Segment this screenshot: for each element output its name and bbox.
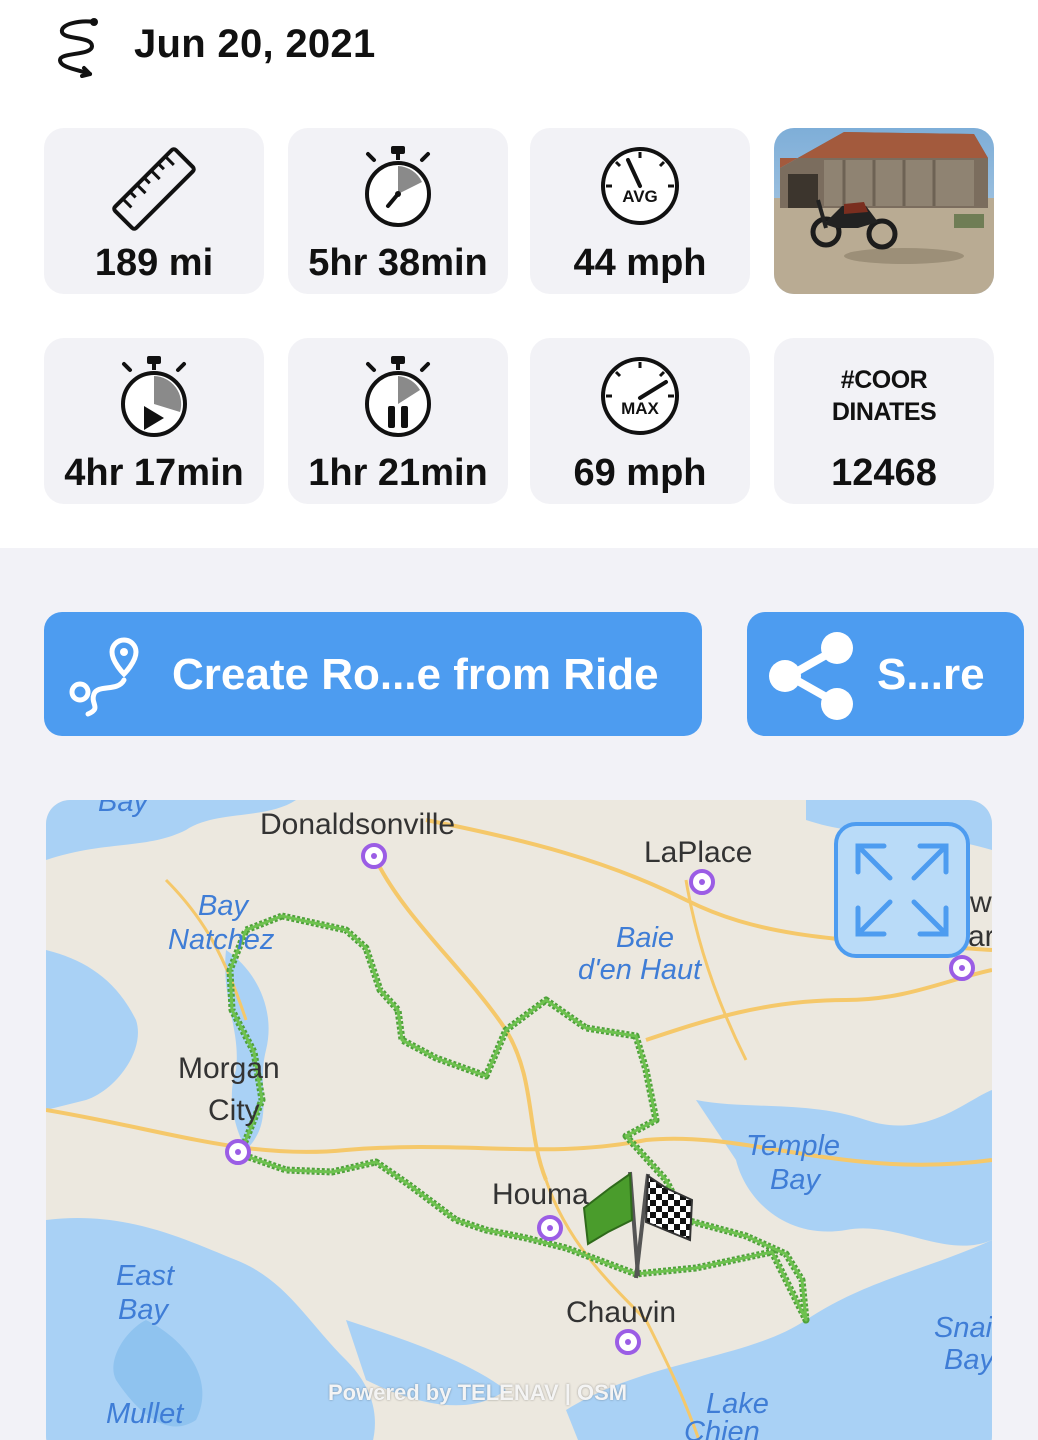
max-speedometer-icon: MAX [601,357,679,435]
total-time-value: 5hr 38min [308,242,488,284]
ride-map[interactable]: Donaldsonville LaPlace w ar Morgan City … [46,800,992,1440]
map-water-natchez: Natchez [168,924,275,956]
create-route-label: Create Ro...e from Ride [172,650,659,699]
map-expand-button[interactable] [834,822,970,958]
map-place-donaldsonville: Donaldsonville [260,808,456,841]
map-water-east-bay: Bay [118,1294,168,1326]
coordinates-label-line2: DINATES [831,398,937,426]
motorcycle-photo [774,128,994,294]
stopwatch-play-icon [121,356,187,437]
coordinates-label-line1: #COOR [840,366,928,394]
map-place-partial-1: w [970,886,992,919]
coordinates-label: #COOR DINATES [774,364,994,428]
distance-tile[interactable]: 189 mi [44,128,264,294]
coordinates-tile[interactable]: #COOR DINATES 12468 [774,338,994,504]
map-water-lake-chien: Chien [684,1416,760,1440]
avg-speedometer-icon: AVG [601,147,679,225]
map-water-east: East [116,1260,175,1292]
map-water-top: Bay [98,800,148,818]
stopwatch-pause-icon [365,356,431,437]
map-place-morgan: Morgan [178,1052,280,1085]
map-place-laplace: LaPlace [644,836,753,869]
map-place-partial-2: ar [968,920,992,953]
total-time-tile[interactable]: 5hr 38min [288,128,508,294]
map-place-city: City [208,1094,260,1127]
map-place-houma: Houma [492,1178,589,1211]
map-water-bay: Bay [198,890,248,922]
map-water-mullet: Mullet [106,1398,184,1430]
route-squiggle-icon [57,18,98,78]
ride-photo-tile[interactable] [774,128,994,294]
moving-time-value: 4hr 17min [64,452,244,494]
ride-date: Jun 20, 2021 [134,22,376,66]
map-water-baie: Baie [616,922,675,954]
create-route-button[interactable]: Create Ro...e from Ride [44,612,702,736]
share-label: S...re [877,650,985,699]
green-flag-icon [582,1171,640,1277]
map-water-snail-bay: Bay [944,1344,992,1376]
max-speed-value: 69 mph [573,452,707,494]
ride-header: Jun 20, 2021 [0,0,1038,100]
paused-time-value: 1hr 21min [308,452,488,494]
map-water-temple-bay: Bay [770,1164,820,1196]
expand-arrows-icon [855,843,949,937]
share-button[interactable]: S...re [747,612,1024,736]
paused-time-tile[interactable]: 1hr 21min [288,338,508,504]
ruler-icon [112,147,196,231]
route-pin-icon [69,637,139,717]
max-speed-tile[interactable]: MAX 69 mph [530,338,750,504]
map-place-chauvin: Chauvin [566,1296,677,1329]
distance-value: 189 mi [94,242,214,284]
avg-speed-value: 44 mph [573,242,707,284]
coordinates-value: 12468 [831,452,937,494]
share-icon [769,632,853,720]
avg-speed-tile[interactable]: AVG 44 mph [530,128,750,294]
avg-icon-text: AVG [622,187,658,206]
map-water-temple: Temple [746,1130,841,1162]
stopwatch-icon [365,146,431,227]
moving-time-tile[interactable]: 4hr 17min [44,338,264,504]
map-attribution: Powered by TELENAV | OSM [328,1380,628,1405]
checkered-flag-icon [634,1173,694,1279]
map-water-snail: Snai [934,1312,992,1344]
map-water-den-haut: d'en Haut [578,954,702,986]
max-icon-text: MAX [621,399,659,418]
